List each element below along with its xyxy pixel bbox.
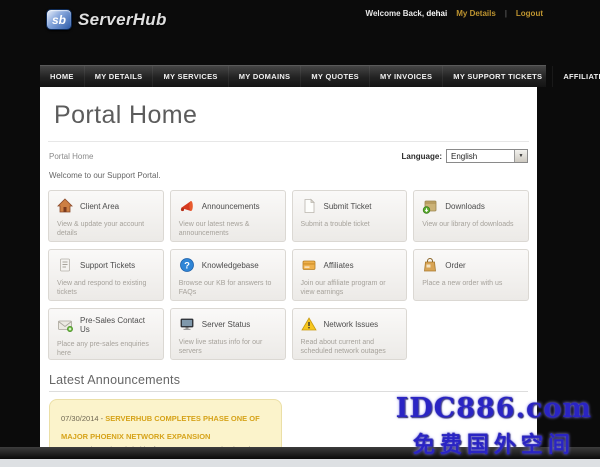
portal-box-title: Knowledgebase [201, 260, 259, 270]
portal-box-client-area[interactable]: Client Area View & update your account de… [48, 190, 164, 242]
main-content: Portal Home Portal Home Language: Englis… [40, 87, 537, 467]
portal-box-description: View & update your account details [57, 221, 145, 238]
main-nav: HOME MY DETAILS MY SERVICES MY DOMAINS MY QU… [40, 65, 600, 87]
brand-name: ServerHub [78, 9, 167, 29]
chevron-down-icon[interactable]: ▼ [514, 150, 527, 162]
portal-box-submit-ticket[interactable]: Submit Ticket Submit a trouble ticket [291, 190, 408, 242]
nav-item-my-details[interactable]: MY DETAILS [85, 66, 154, 87]
portal-box-header: Client Area [57, 198, 155, 214]
portal-box-title: Client Area [80, 201, 120, 211]
nav-item-affiliates[interactable]: AFFILIATES [553, 66, 600, 87]
language-selected-value: English [451, 151, 478, 161]
network-issues-icon [300, 316, 317, 332]
portal-box-title: Announcements [201, 201, 260, 211]
portal-box-description: Read about current and scheduled network… [300, 339, 386, 356]
portal-box-affiliates[interactable]: Affiliates Join our affiliate program or … [291, 249, 408, 301]
portal-box-server-status[interactable]: Server Status View live status info for o… [169, 308, 286, 360]
portal-box-description: View and respond to existing tickets [57, 280, 147, 297]
portal-box-header: Network Issues [300, 316, 399, 332]
announcement-date: 07/30/2014 - [61, 414, 106, 423]
portal-box-description: View our latest news & announcements [178, 221, 250, 238]
client-area-icon [57, 198, 73, 214]
username: dehai [426, 9, 448, 18]
nav-item-home[interactable]: HOME [40, 66, 85, 87]
support-tickets-icon [57, 257, 73, 273]
server-status-icon [179, 316, 195, 332]
portal-box-title: Network Issues [323, 319, 379, 329]
announcement-headline: 07/30/2014 - SERVERHUB COMPLETES PHASE O… [61, 408, 270, 444]
portal-box-header: Affiliates [301, 257, 399, 273]
portal-box-title: Pre-Sales Contact Us [80, 316, 145, 334]
portal-box-description: Place a new order with us [422, 280, 503, 287]
portal-box-description: Browse our KB for answers to FAQs [178, 280, 272, 297]
portal-box-description: Place any pre-sales enquiries here [57, 341, 149, 358]
affiliates-icon [301, 257, 317, 273]
portal-box-support-tickets[interactable]: Support Tickets View and respond to exist… [48, 249, 164, 301]
top-links: Welcome Back, dehai My Details | Logout [366, 9, 543, 18]
portal-box-description: Join our affiliate program or view earni… [300, 280, 386, 297]
presales-icon [57, 317, 73, 333]
knowledgebase-icon: ? [179, 257, 195, 273]
breadcrumb-row: Portal Home Language: English ▼ [40, 142, 537, 169]
svg-text:?: ? [184, 261, 190, 272]
portal-box-network-issues[interactable]: Network Issues Read about current and sch… [291, 308, 408, 360]
portal-box-description: View live status info for our servers [178, 339, 263, 356]
nav-item-my-invoices[interactable]: MY INVOICES [370, 66, 444, 87]
language-select[interactable]: English ▼ [446, 149, 528, 163]
portal-box-description: View our library of downloads [422, 221, 514, 228]
footer-strip [0, 459, 600, 467]
portal-box-header: Support Tickets [57, 257, 155, 273]
portal-boxes-grid: Client Area View & update your account de… [40, 188, 537, 360]
portal-box-header: Order [422, 257, 520, 273]
portal-box-pre-sales-contact-us[interactable]: Pre-Sales Contact Us Place any pre-sales … [48, 308, 164, 360]
portal-box-header: Announcements [179, 198, 277, 214]
welcome-text: Welcome to our Support Portal. [49, 171, 161, 180]
portal-box-order[interactable]: Order Place a new order with us [413, 249, 529, 301]
nav-item-my-services[interactable]: MY SERVICES [153, 66, 229, 87]
page-title: Portal Home [54, 101, 198, 129]
portal-box-header: Downloads [422, 198, 520, 214]
my-details-link[interactable]: My Details [456, 9, 496, 18]
brand-logo[interactable]: sb ServerHub [46, 9, 167, 30]
submit-ticket-icon [301, 198, 317, 214]
top-links-separator: | [504, 9, 507, 18]
announcements-icon [179, 198, 195, 214]
portal-box-title: Server Status [201, 319, 251, 329]
portal-box-announcements[interactable]: Announcements View our latest news & anno… [169, 190, 286, 242]
portal-box-header: ? Knowledgebase [179, 257, 277, 273]
page: sb ServerHub Welcome Back, dehai My Deta… [0, 0, 600, 467]
downloads-icon [422, 198, 438, 214]
latest-announcements-title: Latest Announcements [49, 373, 181, 387]
portal-box-knowledgebase[interactable]: ? Knowledgebase Browse our KB for answers … [169, 249, 286, 301]
top-bar: sb ServerHub Welcome Back, dehai My Deta… [0, 0, 600, 65]
portal-box-title: Submit Ticket [323, 201, 372, 211]
welcome-prefix: Welcome Back, [365, 9, 425, 18]
nav-item-my-support-tickets[interactable]: MY SUPPORT TICKETS [443, 66, 554, 87]
portal-box-title: Affiliates [323, 260, 354, 270]
order-icon [422, 257, 438, 273]
portal-box-description: Submit a trouble ticket [300, 221, 370, 228]
welcome-message: Welcome Back, dehai [366, 9, 448, 18]
portal-box-title: Downloads [445, 201, 485, 211]
nav-item-my-quotes[interactable]: MY QUOTES [301, 66, 370, 87]
portal-box-header: Submit Ticket [301, 198, 399, 214]
breadcrumb[interactable]: Portal Home [49, 152, 93, 161]
serverhub-logo-icon: sb [46, 9, 72, 30]
portal-box-title: Support Tickets [80, 260, 136, 270]
portal-box-downloads[interactable]: Downloads View our library of downloads [413, 190, 529, 242]
language-label: Language: [401, 151, 442, 161]
nav-item-my-domains[interactable]: MY DOMAINS [229, 66, 302, 87]
portal-box-header: Pre-Sales Contact Us [57, 316, 155, 334]
section-divider [49, 391, 528, 392]
language-area: Language: English ▼ [402, 149, 528, 163]
bottom-dark-band [0, 447, 600, 459]
portal-box-header: Server Status [179, 316, 277, 332]
logout-link[interactable]: Logout [516, 9, 543, 18]
portal-box-title: Order [445, 260, 466, 270]
